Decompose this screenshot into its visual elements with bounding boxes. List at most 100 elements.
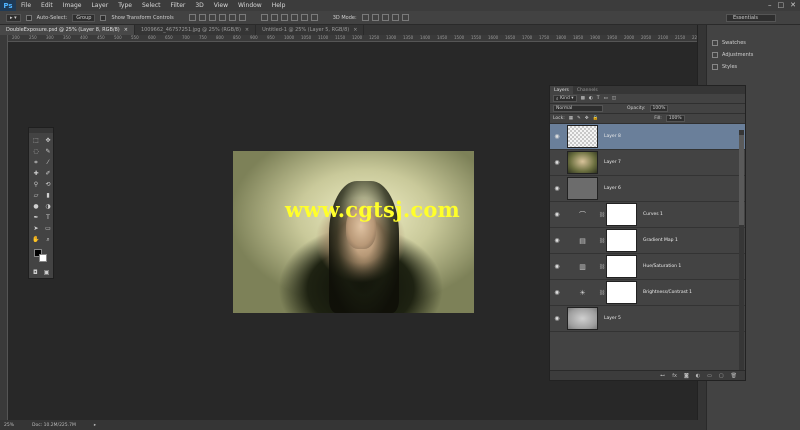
3d-scale-icon[interactable]	[401, 14, 409, 21]
auto-select-checkbox[interactable]	[25, 14, 32, 21]
layer-row[interactable]: ◉ ▥ ⛓ Hue/Saturation 1	[550, 254, 745, 280]
layer-row[interactable]: ◉ Layer 6	[550, 176, 745, 202]
status-menu-icon[interactable]: ▸	[94, 423, 96, 428]
adjustments-panel-button[interactable]: Adjustments	[707, 49, 800, 61]
new-layer-icon[interactable]: ▢	[719, 373, 724, 379]
mask-icon[interactable]: ◙	[684, 373, 689, 379]
opacity-input[interactable]: 100%	[649, 105, 669, 112]
align-right-icon[interactable]	[238, 14, 246, 21]
3d-roll-icon[interactable]	[371, 14, 379, 21]
layer-mask-thumbnail[interactable]	[606, 255, 637, 278]
maximize-icon[interactable]: □	[778, 1, 785, 9]
quick-mask-icon[interactable]: ◘	[33, 269, 38, 276]
hue-saturation-icon[interactable]: ▥	[567, 263, 598, 271]
align-left-icon[interactable]	[218, 14, 226, 21]
menu-type[interactable]: Type	[113, 2, 137, 9]
gradient-map-icon[interactable]: ▤	[567, 237, 598, 245]
adjustment-icon[interactable]: ◐	[696, 373, 700, 379]
3d-slide-icon[interactable]	[391, 14, 399, 21]
workspace-switcher[interactable]: Essentials	[726, 14, 776, 22]
layer-row[interactable]: ◉ ☀ ⛓ Brightness/Contrast 1	[550, 280, 745, 306]
fx-icon[interactable]: fx	[672, 373, 677, 379]
minimize-icon[interactable]: –	[768, 1, 772, 9]
healing-tool-icon[interactable]: ✚	[30, 168, 42, 179]
distribute-top-icon[interactable]	[260, 14, 268, 21]
distribute-left-icon[interactable]	[290, 14, 298, 21]
menu-3d[interactable]: 3D	[190, 2, 208, 9]
swatches-panel-button[interactable]: Swatches	[707, 37, 800, 49]
lock-pixels-icon[interactable]: ✎	[577, 116, 581, 121]
document-tab[interactable]: 1009662_46757251.jpg @ 25% (RGB/8) ×	[135, 25, 257, 35]
layer-thumbnail[interactable]	[567, 177, 598, 200]
visibility-eye-icon[interactable]: ◉	[550, 263, 564, 270]
auto-select-dropdown[interactable]: Group	[72, 13, 96, 22]
mask-link-icon[interactable]: ⛓	[598, 264, 606, 270]
menu-image[interactable]: Image	[58, 2, 87, 9]
align-vcenter-icon[interactable]	[198, 14, 206, 21]
align-top-icon[interactable]	[188, 14, 196, 21]
zoom-tool-icon[interactable]: ⌕	[42, 234, 54, 245]
stamp-tool-icon[interactable]: ⚲	[30, 179, 42, 190]
distribute-right-icon[interactable]	[310, 14, 318, 21]
layer-row[interactable]: ◉ ▤ ⛓ Gradient Map 1	[550, 228, 745, 254]
background-color-swatch[interactable]	[39, 254, 47, 262]
menu-help[interactable]: Help	[267, 2, 291, 9]
document-tab[interactable]: DoubleExposure.psd @ 25% (Layer 8, RGB/8…	[0, 25, 135, 35]
visibility-eye-icon[interactable]: ◉	[550, 237, 564, 244]
visibility-eye-icon[interactable]: ◉	[550, 133, 564, 140]
history-brush-icon[interactable]: ⟲	[42, 179, 54, 190]
screen-mode-icon[interactable]: ▣	[44, 269, 50, 276]
distribute-hcenter-icon[interactable]	[300, 14, 308, 21]
layer-row[interactable]: ◉ Layer 7	[550, 150, 745, 176]
crop-tool-icon[interactable]: ⌗	[30, 157, 42, 168]
menu-window[interactable]: Window	[233, 2, 267, 9]
hand-tool-icon[interactable]: ✋	[30, 234, 42, 245]
mask-link-icon[interactable]: ⛓	[598, 238, 606, 244]
document-tab[interactable]: Untitled-1 @ 25% (Layer 5, RGB/8) ×	[256, 25, 365, 35]
zoom-level[interactable]: 25%	[4, 423, 14, 428]
lock-position-icon[interactable]: ✥	[585, 116, 589, 121]
tool-preset-picker[interactable]: ▸ ▾	[6, 13, 21, 22]
filter-shape-icon[interactable]: ▭	[604, 96, 608, 101]
visibility-eye-icon[interactable]: ◉	[550, 159, 564, 166]
layer-row[interactable]: ◉ Layer 5	[550, 306, 745, 332]
menu-select[interactable]: Select	[137, 2, 166, 9]
brush-tool-icon[interactable]: ✐	[42, 168, 54, 179]
distribute-vcenter-icon[interactable]	[270, 14, 278, 21]
layer-mask-thumbnail[interactable]	[606, 203, 637, 226]
trash-icon[interactable]: 🗑	[731, 373, 737, 379]
mask-link-icon[interactable]: ⛓	[598, 212, 606, 218]
lasso-tool-icon[interactable]: ◌	[30, 146, 42, 157]
menu-file[interactable]: File	[16, 2, 36, 9]
gradient-tool-icon[interactable]: ▮	[42, 190, 54, 201]
filter-adjust-icon[interactable]: ◐	[589, 96, 593, 101]
layer-mask-thumbnail[interactable]	[606, 281, 637, 304]
group-icon[interactable]: ▭	[707, 373, 712, 379]
lock-all-icon[interactable]: 🔒	[593, 116, 599, 121]
marquee-tool-icon[interactable]: ⬚	[30, 135, 42, 146]
close-icon[interactable]: ✕	[790, 1, 796, 9]
align-hcenter-icon[interactable]	[228, 14, 236, 21]
close-tab-icon[interactable]: ×	[124, 27, 128, 33]
3d-pan-icon[interactable]	[381, 14, 389, 21]
path-select-tool-icon[interactable]: ➤	[30, 223, 42, 234]
visibility-eye-icon[interactable]: ◉	[550, 211, 564, 218]
blend-mode-dropdown[interactable]: Normal	[553, 105, 603, 112]
canvas-image[interactable]	[233, 151, 474, 313]
mask-link-icon[interactable]: ⛓	[598, 290, 606, 296]
type-tool-icon[interactable]: T	[42, 212, 54, 223]
layers-scrollbar[interactable]	[739, 130, 744, 370]
lock-transparent-icon[interactable]: ▦	[569, 116, 573, 121]
dodge-tool-icon[interactable]: ◑	[42, 201, 54, 212]
layer-thumbnail[interactable]	[567, 125, 598, 148]
close-tab-icon[interactable]: ×	[353, 27, 357, 33]
tab-layers[interactable]: Layers	[550, 86, 573, 94]
layer-mask-thumbnail[interactable]	[606, 229, 637, 252]
link-icon[interactable]: ⊷	[660, 373, 665, 379]
menu-view[interactable]: View	[209, 2, 233, 9]
pen-tool-icon[interactable]: ✒	[30, 212, 42, 223]
fill-input[interactable]: 100%	[665, 115, 685, 122]
curves-icon[interactable]: ⌒	[567, 210, 598, 220]
visibility-eye-icon[interactable]: ◉	[550, 185, 564, 192]
layer-row[interactable]: ◉ ⌒ ⛓ Curves 1	[550, 202, 745, 228]
